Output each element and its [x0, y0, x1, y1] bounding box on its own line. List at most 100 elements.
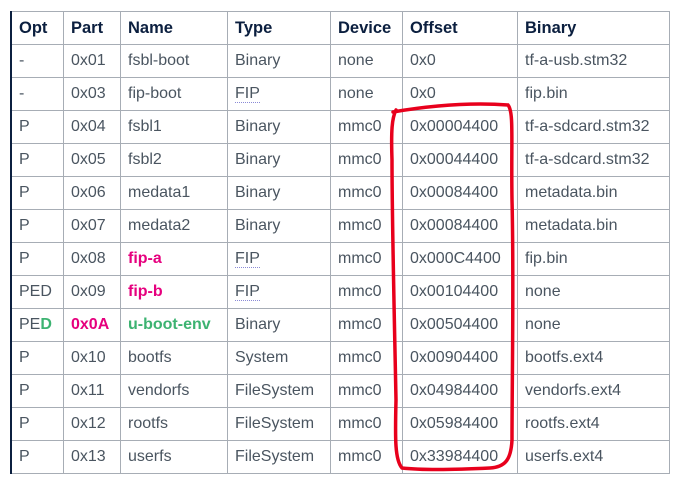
- name-text: u-boot-env: [128, 316, 211, 333]
- offset-text: 0x00084400: [410, 184, 499, 201]
- offset-text: 0x0: [410, 85, 436, 102]
- type-text[interactable]: FIP: [235, 283, 260, 301]
- cell-offset: 0x0: [402, 44, 518, 78]
- cell-type: Binary: [227, 143, 331, 177]
- cell-offset: 0x00044400: [402, 143, 518, 177]
- cell-binary: userfs.ext4: [517, 440, 670, 474]
- cell-name: vendorfs: [120, 374, 228, 408]
- binary-text: fip.bin: [525, 250, 568, 267]
- cell-device: mmc0: [330, 209, 403, 243]
- cell-binary: bootfs.ext4: [517, 341, 670, 375]
- cell-opt: -: [10, 44, 64, 78]
- device-text: none: [338, 85, 374, 102]
- cell-type: Binary: [227, 308, 331, 342]
- cell-device: mmc0: [330, 275, 403, 309]
- binary-text: metadata.bin: [525, 217, 618, 234]
- cell-opt: P: [10, 143, 64, 177]
- opt-text: P: [19, 415, 30, 432]
- binary-text: vendorfs.ext4: [525, 382, 622, 399]
- type-text: FileSystem: [235, 415, 315, 432]
- cell-binary: none: [517, 308, 670, 342]
- offset-text: 0x00084400: [410, 217, 499, 234]
- binary-text: tf-a-usb.stm32: [525, 52, 628, 69]
- offset-text: 0x00504400: [410, 316, 499, 333]
- cell-part: 0x07: [63, 209, 121, 243]
- device-text: mmc0: [338, 448, 382, 465]
- cell-type: FIP: [227, 242, 331, 276]
- device-text: mmc0: [338, 415, 382, 432]
- part-text: 0x04: [71, 118, 106, 135]
- cell-binary: rootfs.ext4: [517, 407, 670, 441]
- cell-part: 0x03: [63, 77, 121, 111]
- name-text: medata2: [128, 217, 191, 234]
- table-row: PED 0x09 fip-b FIP mmc0 0x00104400 none: [10, 275, 670, 309]
- cell-part: 0x06: [63, 176, 121, 210]
- binary-text: none: [525, 283, 561, 300]
- part-text: 0x03: [71, 85, 106, 102]
- cell-type: System: [227, 341, 331, 375]
- cell-device: mmc0: [330, 176, 403, 210]
- cell-part: 0x01: [63, 44, 121, 78]
- cell-device: mmc0: [330, 440, 403, 474]
- type-text: Binary: [235, 52, 281, 69]
- type-text[interactable]: FIP: [235, 85, 260, 103]
- opt-text: P: [19, 184, 30, 201]
- table-row: P 0x06 medata1 Binary mmc0 0x00084400 metadata…: [10, 176, 670, 210]
- table-row: P 0x13 userfs FileSystem mmc0 0x33984400 userf…: [10, 440, 670, 474]
- opt-text: P: [19, 382, 30, 399]
- device-text: mmc0: [338, 217, 382, 234]
- name-text: fsbl2: [128, 151, 162, 168]
- cell-offset: 0x00084400: [402, 176, 518, 210]
- header-name: Name: [120, 11, 228, 45]
- cell-opt: P: [10, 176, 64, 210]
- cell-offset: 0x33984400: [402, 440, 518, 474]
- part-text: 0x08: [71, 250, 106, 267]
- binary-text: none: [525, 316, 561, 333]
- header-offset: Offset: [402, 11, 518, 45]
- cell-offset: 0x00904400: [402, 341, 518, 375]
- cell-type: Binary: [227, 110, 331, 144]
- offset-text: 0x04984400: [410, 382, 499, 399]
- opt-text: PED: [19, 283, 52, 300]
- opt-text: P: [19, 151, 30, 168]
- cell-device: none: [330, 77, 403, 111]
- table-row: P 0x04 fsbl1 Binary mmc0 0x00004400 tf-a-sdcar…: [10, 110, 670, 144]
- header-type: Type: [227, 11, 331, 45]
- device-text: mmc0: [338, 184, 382, 201]
- device-text: mmc0: [338, 316, 382, 333]
- cell-binary: vendorfs.ext4: [517, 374, 670, 408]
- device-text: mmc0: [338, 118, 382, 135]
- cell-name: fsbl1: [120, 110, 228, 144]
- header-part: Part: [63, 11, 121, 45]
- binary-text: tf-a-sdcard.stm32: [525, 151, 650, 168]
- cell-offset: 0x000C4400: [402, 242, 518, 276]
- table-row: P 0x05 fsbl2 Binary mmc0 0x00044400 tf-a-sdcar…: [10, 143, 670, 177]
- type-text: Binary: [235, 118, 281, 135]
- cell-opt: PED: [10, 308, 64, 342]
- opt-text: P: [19, 349, 30, 366]
- header-device: Device: [330, 11, 403, 45]
- opt-text: PE: [19, 316, 41, 333]
- cell-part: 0x10: [63, 341, 121, 375]
- name-text: rootfs: [128, 415, 169, 432]
- type-text: FileSystem: [235, 448, 315, 465]
- cell-offset: 0x00104400: [402, 275, 518, 309]
- cell-opt: P: [10, 242, 64, 276]
- cell-binary: metadata.bin: [517, 176, 670, 210]
- cell-device: mmc0: [330, 308, 403, 342]
- name-text: userfs: [128, 448, 172, 465]
- table-row: P 0x11 vendorfs FileSystem mmc0 0x04984400 ven…: [10, 374, 670, 408]
- name-text: fsbl1: [128, 118, 162, 135]
- opt-text: P: [19, 217, 30, 234]
- device-text: mmc0: [338, 250, 382, 267]
- opt-text: -: [19, 85, 25, 102]
- part-text: 0x10: [71, 349, 106, 366]
- cell-type: FileSystem: [227, 407, 331, 441]
- part-text: 0x12: [71, 415, 106, 432]
- cell-part: 0x04: [63, 110, 121, 144]
- cell-device: none: [330, 44, 403, 78]
- table-row: P 0x12 rootfs FileSystem mmc0 0x05984400 rootf…: [10, 407, 670, 441]
- type-text[interactable]: FIP: [235, 250, 260, 268]
- cell-offset: 0x04984400: [402, 374, 518, 408]
- cell-device: mmc0: [330, 374, 403, 408]
